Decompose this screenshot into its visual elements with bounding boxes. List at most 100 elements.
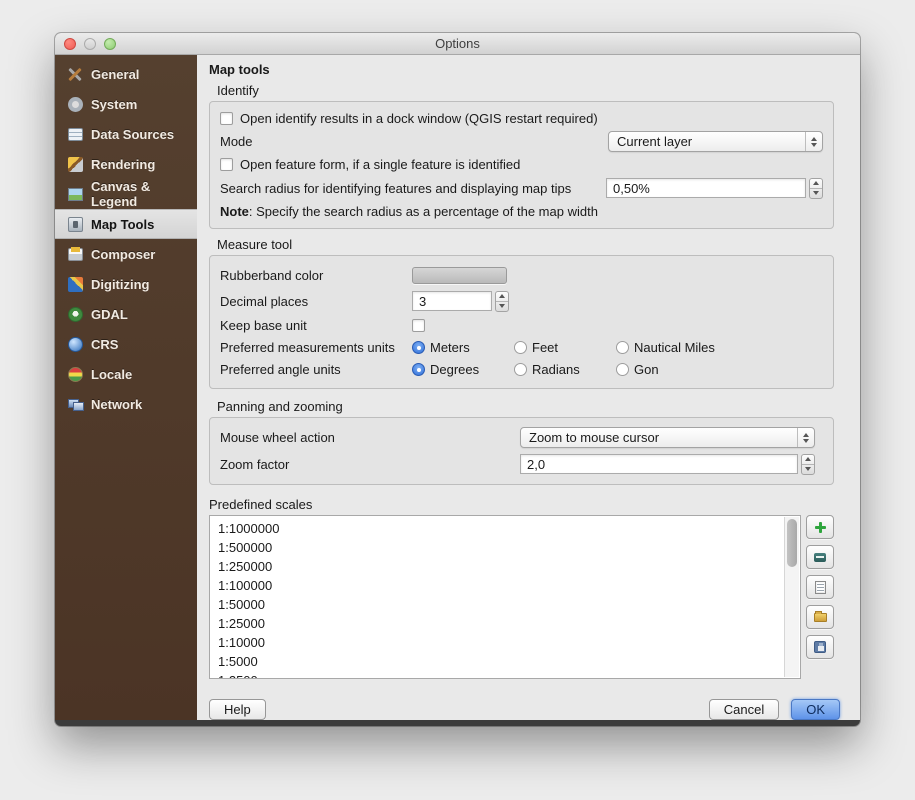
zoom-factor-input[interactable]: 2,0 (520, 454, 798, 474)
sidebar-item-gdal[interactable]: GDAL (55, 299, 197, 329)
zoom-factor-stepper[interactable] (801, 454, 815, 475)
dock-window-checkbox[interactable] (220, 112, 233, 125)
sidebar-item-canvas-legend[interactable]: Canvas & Legend (55, 179, 197, 209)
stepper-down-icon[interactable] (496, 302, 508, 311)
stepper-down-icon[interactable] (810, 189, 822, 198)
list-item[interactable]: 1:10000 (218, 633, 780, 652)
crs-globe-icon (67, 336, 84, 353)
network-icon (67, 396, 84, 413)
radio-button-icon[interactable] (616, 363, 629, 376)
zoom-button[interactable] (104, 38, 116, 50)
sidebar-item-data-sources[interactable]: Data Sources (55, 119, 197, 149)
sidebar-item-digitizing[interactable]: Digitizing (55, 269, 197, 299)
sidebar-item-locale[interactable]: Locale (55, 359, 197, 389)
sidebar-item-system[interactable]: System (55, 89, 197, 119)
list-item[interactable]: 1:250000 (218, 557, 780, 576)
list-item[interactable]: 1:25000 (218, 614, 780, 633)
remove-scale-button[interactable] (806, 545, 834, 569)
sidebar-item-network[interactable]: Network (55, 389, 197, 419)
list-item[interactable]: 1:100000 (218, 576, 780, 595)
close-button[interactable] (64, 38, 76, 50)
radio-button-icon[interactable] (514, 341, 527, 354)
identify-group-label: Identify (217, 83, 850, 98)
list-item[interactable]: 1:5000 (218, 652, 780, 671)
sidebar-item-label: Map Tools (91, 217, 154, 232)
radio-button-icon[interactable] (616, 341, 629, 354)
radio-feet[interactable]: Feet (514, 340, 616, 355)
cancel-button[interactable]: Cancel (709, 699, 779, 720)
radio-radians-label: Radians (532, 362, 580, 377)
scale-list[interactable]: 1:1000000 1:500000 1:250000 1:100000 1:5… (209, 515, 801, 679)
scrollbar[interactable] (784, 517, 799, 677)
sidebar-item-label: Digitizing (91, 277, 150, 292)
rubberband-color-button[interactable] (412, 267, 507, 284)
keep-base-unit-label: Keep base unit (220, 318, 412, 333)
list-item[interactable]: 1:50000 (218, 595, 780, 614)
decimal-places-value: 3 (419, 294, 426, 309)
sidebar-item-map-tools[interactable]: Map Tools (55, 209, 197, 239)
search-radius-input[interactable]: 0,50% (606, 178, 806, 198)
search-radius-stepper[interactable] (809, 178, 823, 199)
mode-select-value: Current layer (609, 134, 805, 149)
load-scales-button[interactable] (806, 605, 834, 629)
add-scale-icon (814, 521, 827, 534)
title-bar[interactable]: Options (55, 33, 860, 55)
note-prefix: Note (220, 204, 249, 219)
list-item[interactable]: 1:1000000 (218, 519, 780, 538)
scrollbar-thumb[interactable] (787, 519, 797, 567)
radio-radians[interactable]: Radians (514, 362, 616, 377)
chevron-updown-icon (797, 428, 814, 447)
radio-meters[interactable]: Meters (412, 340, 514, 355)
radio-degrees[interactable]: Degrees (412, 362, 514, 377)
window-title: Options (55, 36, 860, 51)
radio-button-icon[interactable] (412, 363, 425, 376)
radio-button-icon[interactable] (514, 363, 527, 376)
decimal-places-stepper[interactable] (495, 291, 509, 312)
stepper-up-icon[interactable] (496, 292, 508, 302)
canvas-legend-icon (67, 186, 84, 203)
scale-buttons (806, 515, 834, 679)
radio-meters-label: Meters (430, 340, 470, 355)
general-tools-icon (67, 66, 84, 83)
sidebar-item-composer[interactable]: Composer (55, 239, 197, 269)
radio-gon[interactable]: Gon (616, 362, 659, 377)
system-gear-icon (67, 96, 84, 113)
mouse-wheel-action-label: Mouse wheel action (220, 430, 520, 445)
radio-degrees-label: Degrees (430, 362, 479, 377)
keep-base-unit-checkbox[interactable] (412, 319, 425, 332)
rendering-brush-icon (67, 156, 84, 173)
mouse-wheel-action-select[interactable]: Zoom to mouse cursor (520, 427, 815, 448)
composer-icon (67, 246, 84, 263)
add-scale-button[interactable] (806, 515, 834, 539)
minimize-button[interactable] (84, 38, 96, 50)
radio-button-icon[interactable] (412, 341, 425, 354)
page-title: Map tools (209, 62, 850, 77)
help-button[interactable]: Help (209, 699, 266, 720)
list-item[interactable]: 1:500000 (218, 538, 780, 557)
sidebar-item-rendering[interactable]: Rendering (55, 149, 197, 179)
chevron-updown-icon (805, 132, 822, 151)
feature-form-checkbox[interactable] (220, 158, 233, 171)
save-scales-button[interactable] (806, 635, 834, 659)
stepper-up-icon[interactable] (802, 455, 814, 465)
import-scales-button[interactable] (806, 575, 834, 599)
radio-nautical-miles[interactable]: Nautical Miles (616, 340, 715, 355)
sidebar-item-label: Data Sources (91, 127, 174, 142)
map-tools-panel: Map tools Identify Open identify results… (197, 55, 860, 720)
zoom-factor-value: 2,0 (527, 457, 545, 472)
sidebar-item-crs[interactable]: CRS (55, 329, 197, 359)
stepper-down-icon[interactable] (802, 465, 814, 474)
options-sidebar: General System Data Sources Rendering Ca… (55, 55, 197, 720)
decimal-places-input[interactable]: 3 (412, 291, 492, 311)
mode-select[interactable]: Current layer (608, 131, 823, 152)
list-item[interactable]: 1:2500 (218, 671, 780, 679)
dock-window-checkbox-label: Open identify results in a dock window (… (240, 111, 598, 126)
stepper-up-icon[interactable] (810, 179, 822, 189)
search-radius-value: 0,50% (613, 181, 650, 196)
mouse-wheel-action-value: Zoom to mouse cursor (521, 430, 797, 445)
radio-gon-label: Gon (634, 362, 659, 377)
map-tools-icon (67, 216, 84, 233)
ok-button[interactable]: OK (791, 699, 840, 720)
dialog-footer: Help Cancel OK (209, 699, 840, 720)
sidebar-item-general[interactable]: General (55, 59, 197, 89)
